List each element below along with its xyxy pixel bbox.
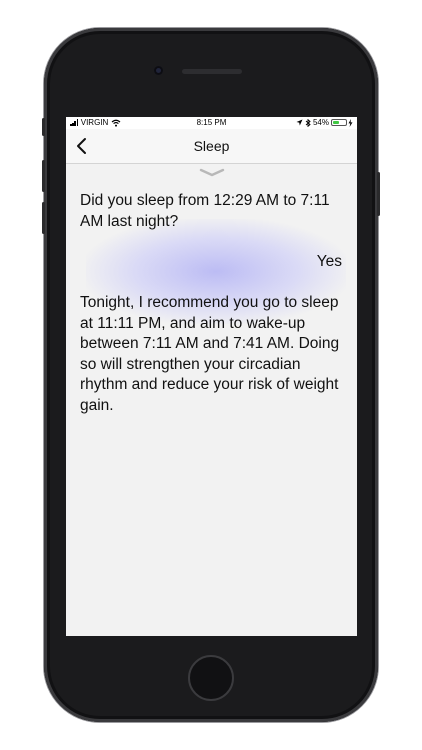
charging-bolt-icon (348, 118, 353, 127)
bluetooth-icon (305, 118, 311, 127)
battery-percent: 54% (312, 118, 329, 127)
power-button (377, 172, 380, 216)
volume-down-button (42, 202, 45, 234)
volume-up-button (42, 160, 45, 192)
mute-switch (42, 118, 45, 136)
location-arrow-icon (296, 119, 303, 126)
recommendation-message: Tonight, I recommend you go to sleep at … (80, 294, 340, 414)
pull-down-chevron-icon[interactable] (199, 168, 225, 178)
home-button[interactable] (188, 655, 234, 701)
status-bar: VIRGIN 8:15 PM 54% (66, 117, 357, 129)
front-camera (154, 66, 163, 75)
answer-message: Yes (316, 253, 342, 270)
battery-icon (331, 119, 347, 126)
earpiece-speaker (182, 69, 242, 74)
screen: VIRGIN 8:15 PM 54% Sleep Did you sleep f… (66, 117, 357, 636)
navigation-bar: Sleep (66, 129, 357, 164)
conversation-area[interactable]: Did you sleep from 12:29 AM to 7:11 AM l… (66, 164, 357, 636)
question-message: Did you sleep from 12:29 AM to 7:11 AM l… (80, 192, 330, 230)
nav-title: Sleep (193, 138, 230, 154)
